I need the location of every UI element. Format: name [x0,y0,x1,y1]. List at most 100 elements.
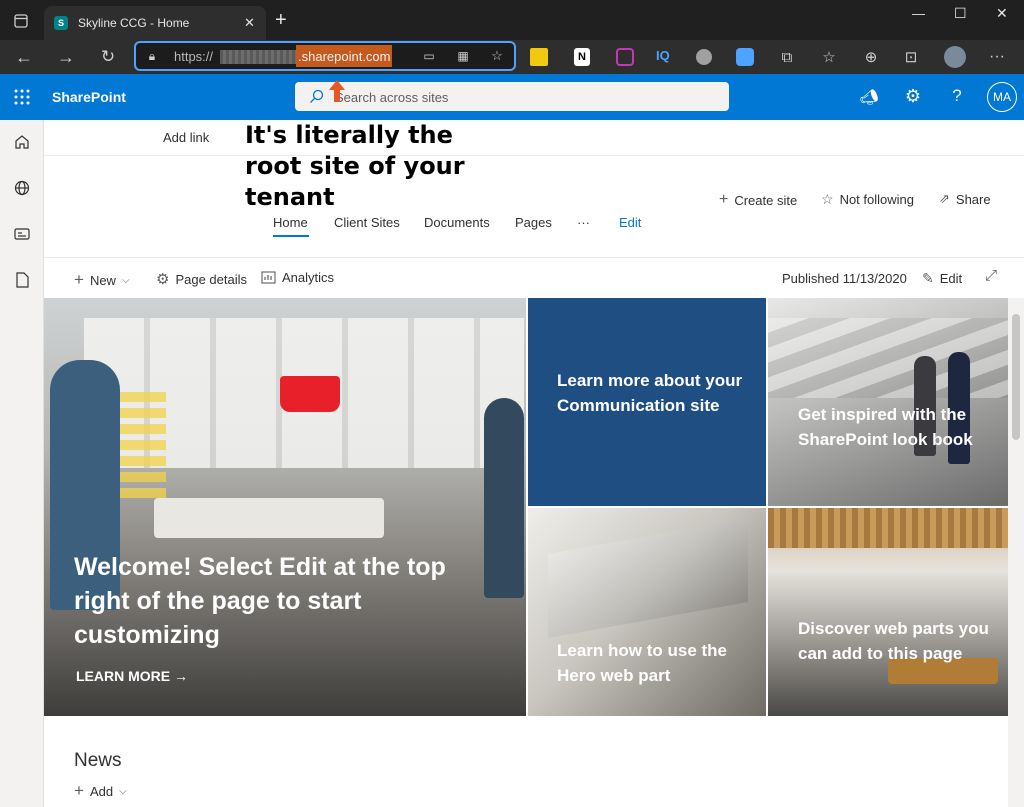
hero-sticky-notes-image [116,388,166,498]
hero-ceiling-image [768,508,1008,548]
analytics-button[interactable]: Analytics [261,270,334,285]
tab-title: Skyline CCG - Home [78,16,190,30]
extension-purple-icon[interactable] [616,48,634,66]
lock-icon[interactable]: 🔒︎ [144,48,160,64]
annotation-arrow-icon [329,80,345,102]
tab-actions-icon[interactable] [10,10,32,32]
star-icon: ☆ [821,191,834,207]
profile-avatar-icon[interactable] [944,46,966,68]
hero-tile-webpart-help[interactable]: Learn how to use the Hero web part [528,508,766,716]
maximize-button[interactable]: ☐ [954,5,967,22]
tab-close-icon[interactable]: ✕ [244,15,255,31]
share-button[interactable]: ⇗ Share [939,191,991,207]
nav-pages[interactable]: Pages [515,215,552,230]
follow-button[interactable]: ☆ Not following [821,191,914,208]
plus-icon: + [74,270,84,289]
url-prefix: https:// [174,49,214,64]
extension-notion-icon[interactable]: N [574,48,590,66]
hero-main-tile[interactable]: Welcome! Select Edit at the top right of… [44,298,526,716]
minimize-button[interactable]: — [912,6,925,21]
search-box[interactable]: Search across sites [295,82,729,111]
hero-tile-title: Get inspired with the SharePoint look bo… [798,405,973,449]
nav-more[interactable]: ··· [577,215,590,230]
settings-gear-icon[interactable]: ⚙ [902,85,924,107]
more-options-icon[interactable]: ··· [986,46,1008,68]
search-input[interactable]: Search across sites [335,90,448,105]
new-tab-button[interactable]: + [275,9,287,32]
sharepoint-favicon-icon: S [54,16,68,30]
gear-icon: ⚙ [156,271,170,288]
plus-icon: + [719,191,729,208]
new-button[interactable]: + New ⌵ [74,270,130,290]
edit-page-button[interactable]: ✎ Edit [922,270,962,287]
page-details-button[interactable]: ⚙ Page details [156,270,247,288]
create-site-button[interactable]: + Create site [719,191,797,209]
help-icon[interactable]: ? [946,85,968,107]
globe-icon[interactable] [0,166,44,210]
megaphone-icon[interactable]: 📣︎ [858,86,880,108]
app-bar [0,120,44,807]
extension-notes-icon[interactable] [530,48,548,66]
news-add-button[interactable]: + Add ⌵ [74,781,127,801]
qr-code-icon[interactable]: ▦ [454,47,472,65]
add-favorite-icon[interactable]: ☆ [488,47,506,65]
app-launcher-waffle-icon[interactable] [14,89,30,105]
hero-tile-lookbook[interactable]: Get inspired with the SharePoint look bo… [768,298,1008,506]
document-icon[interactable] [0,258,44,302]
news-section-title: News [74,750,122,771]
nav-documents[interactable]: Documents [424,215,490,230]
address-bar[interactable]: 🔒︎ https:// .sharepoint.com ▭ ▦ ☆ [134,41,516,71]
share-icon: ⇗ [939,191,950,206]
extension-iq-icon[interactable]: IQ [656,48,670,63]
page-content: Add link It's literally the root site of… [44,120,1024,807]
hero-lamp-image [280,376,340,412]
collections-icon[interactable]: ⊕ [860,46,882,68]
close-window-button[interactable]: ✕ [996,5,1008,22]
url-redaction [220,50,296,64]
annotation-text: It's literally the root site of your ten… [245,121,465,211]
scrollbar-thumb[interactable] [1012,314,1020,440]
chevron-down-icon: ⌵ [119,785,127,797]
app-available-icon[interactable]: ▭ [420,47,438,65]
scrollbar-track[interactable] [1008,298,1024,807]
hero-tile-discover[interactable]: Discover web parts you can add to this p… [768,508,1008,716]
hero-tile-title: Learn how to use the Hero web part [557,641,728,685]
divider [44,155,1024,156]
hero-tile-title: Discover web parts you can add to this p… [798,619,989,663]
divider [44,257,1024,258]
forward-arrow-icon[interactable]: → [54,46,78,68]
add-link-button[interactable]: Add link [163,130,209,145]
hero-table-image [154,498,384,538]
published-status: Published 11/13/2020 [782,271,907,286]
browser-tab-bar: S Skyline CCG - Home ✕ + — ☐ ✕ [0,0,1024,40]
expand-icon[interactable]: ⤢ [985,267,997,284]
nav-home-underline [273,235,309,237]
search-icon [310,89,324,103]
hero-stairs-image [768,318,1008,398]
nav-edit-link[interactable]: Edit [619,215,641,230]
nav-client-sites[interactable]: Client Sites [334,215,400,230]
back-arrow-icon[interactable]: ← [12,46,36,68]
extensions-puzzle-icon[interactable]: ⧉ [776,46,798,68]
hero-main-title: Welcome! Select Edit at the top right of… [74,553,446,649]
hero-tile-communication[interactable]: Learn more about your Communication site [528,298,766,506]
hero-architecture-image [548,518,748,638]
app-name[interactable]: SharePoint [52,89,126,105]
browser-essentials-icon[interactable]: ⊡ [900,46,922,68]
learn-more-link[interactable]: LEARN MORE → [76,668,188,684]
nav-home[interactable]: Home [273,215,308,230]
url-domain: .sharepoint.com [298,49,391,64]
browser-tab[interactable]: S Skyline CCG - Home ✕ [44,6,266,40]
hero-person-image [484,398,524,598]
favorites-icon[interactable]: ☆ [818,46,840,68]
chevron-down-icon: ⌵ [121,274,130,286]
analytics-icon [261,271,276,284]
hero-tile-title: Learn more about your Communication site [557,371,743,415]
extension-blue-icon[interactable] [736,48,754,66]
home-icon[interactable] [0,120,44,164]
extension-power-icon[interactable] [696,49,712,65]
pencil-icon: ✎ [922,270,934,286]
user-avatar[interactable]: MA [987,82,1017,112]
refresh-icon[interactable]: ↻ [96,46,120,68]
news-icon[interactable] [0,212,44,256]
